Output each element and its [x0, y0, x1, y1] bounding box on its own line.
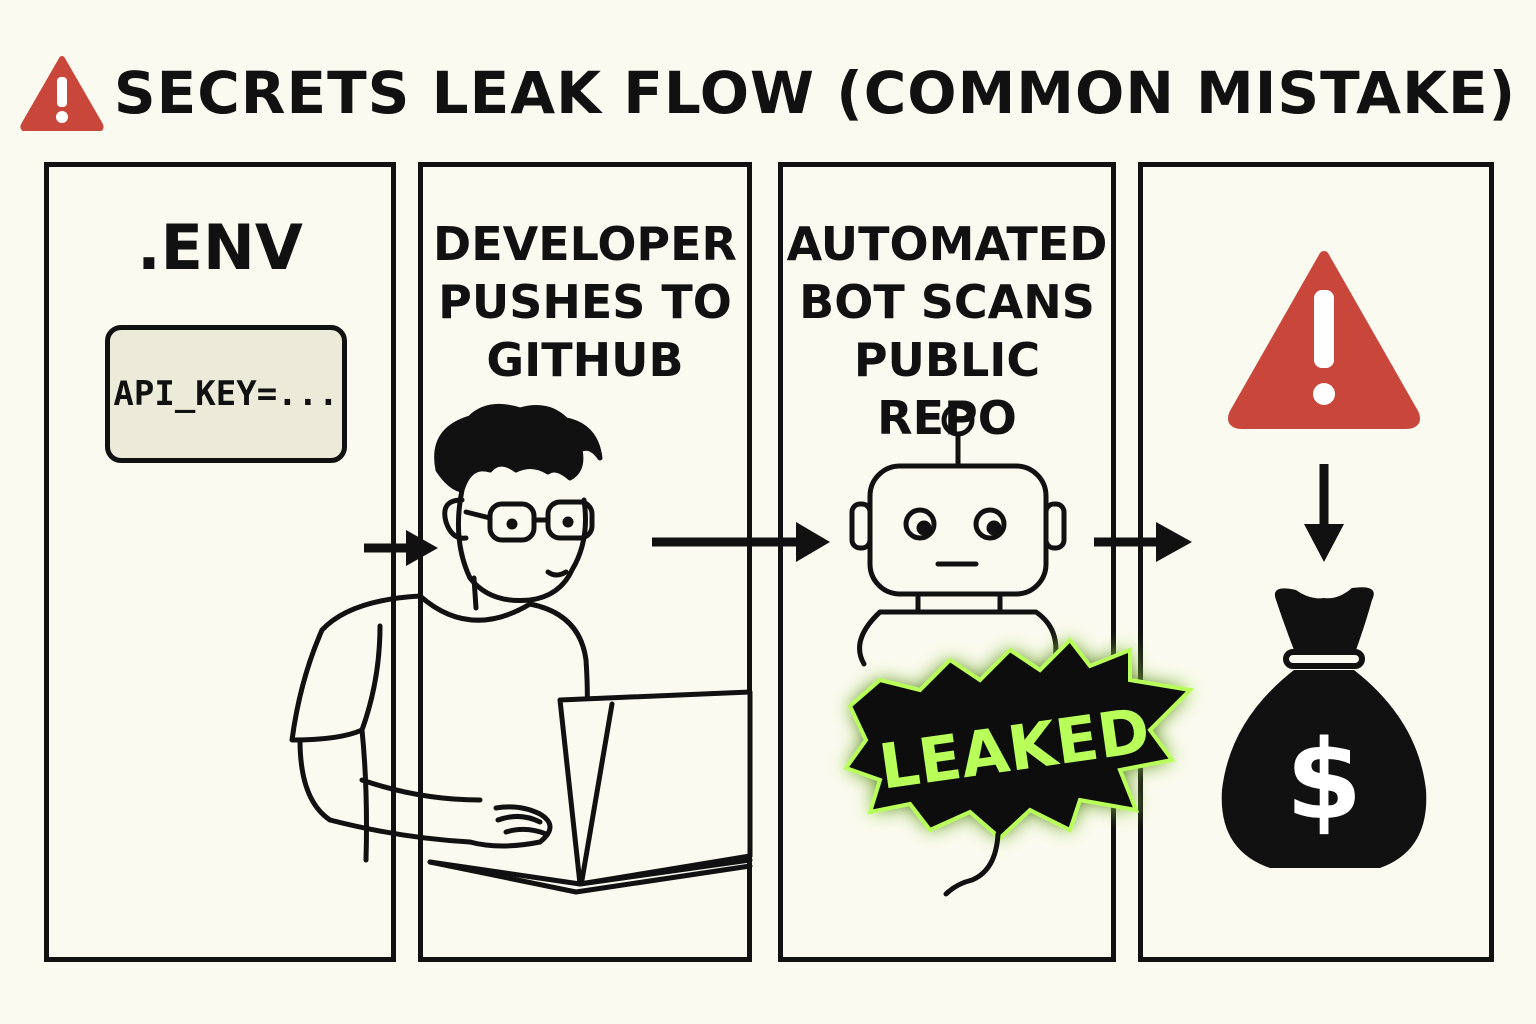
warning-icon: [1228, 251, 1420, 429]
diagram: SECRETS LEAK FLOW (COMMON MISTAKE) .ENV …: [0, 0, 1536, 1024]
money-bag-icon: $: [1221, 587, 1427, 868]
artwork-layer: LEAKED $: [289, 251, 1427, 897]
developer-illustration: [289, 403, 753, 895]
arrow-down-icon: [1304, 464, 1344, 562]
arrow-right-icon: [1094, 522, 1192, 562]
robot-illustration: [849, 403, 1067, 667]
arrow-right-icon: [364, 530, 438, 566]
arrow-right-icon: [652, 522, 830, 562]
leaked-badge: LEAKED: [842, 636, 1195, 897]
svg-text:$: $: [1286, 716, 1363, 844]
